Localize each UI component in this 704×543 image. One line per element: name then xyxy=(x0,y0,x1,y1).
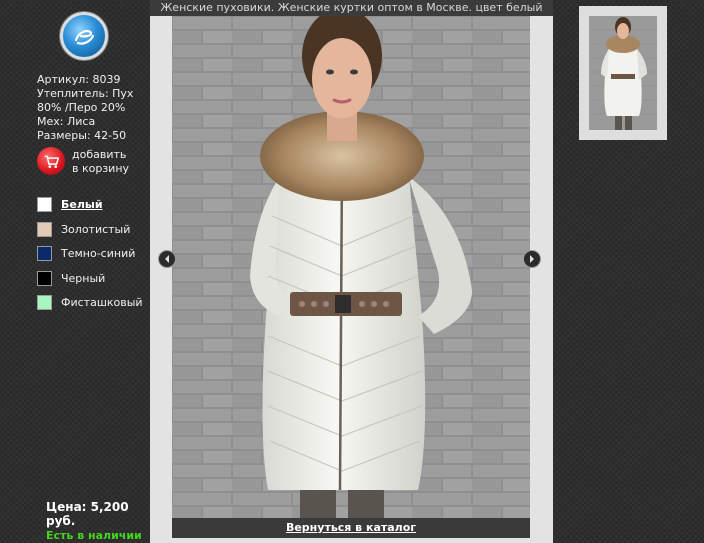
color-swatch-black[interactable] xyxy=(37,270,52,286)
next-image-button[interactable] xyxy=(523,250,541,268)
color-swatch-pistachio[interactable] xyxy=(37,294,52,310)
color-option-navy[interactable]: Темно-синий xyxy=(37,245,135,261)
color-option-black[interactable]: Черный xyxy=(37,270,105,286)
color-label-navy[interactable]: Темно-синий xyxy=(61,247,135,260)
add-to-cart-label[interactable]: добавить в корзину xyxy=(72,148,129,176)
image-title: Женские пуховики. Женские куртки оптом в… xyxy=(150,0,553,16)
product-image-viewer: Женские пуховики. Женские куртки оптом в… xyxy=(150,0,553,543)
add-to-cart-button[interactable]: добавить в корзину xyxy=(37,147,147,177)
color-label-black[interactable]: Черный xyxy=(61,272,105,285)
thumbnail-item[interactable] xyxy=(579,6,667,140)
color-swatch-golden[interactable] xyxy=(37,221,52,237)
chevron-left-icon[interactable] xyxy=(163,255,171,263)
add-to-cart-label-line-2[interactable]: в корзину xyxy=(72,162,129,176)
insulation-line-2: 80% /Перо 20% xyxy=(37,101,126,114)
thumbnail-image[interactable] xyxy=(589,16,657,130)
color-label-pistachio[interactable]: Фисташковый xyxy=(61,296,143,309)
price-block: Цена: 5,200 руб. Есть в наличии xyxy=(46,500,150,542)
back-to-catalog-link[interactable]: Вернуться в каталог xyxy=(286,521,416,534)
color-label-golden[interactable]: Золотистый xyxy=(61,223,130,236)
size-range: Размеры: 42-50 xyxy=(37,129,127,142)
brand-logo-icon[interactable] xyxy=(60,12,108,60)
availability-status: Есть в наличии xyxy=(46,529,142,542)
color-option-golden[interactable]: Золотистый xyxy=(37,221,130,237)
color-swatch-white[interactable] xyxy=(37,196,52,212)
insulation-line-1: Утеплитель: Пух xyxy=(37,87,134,100)
fur-type: Мех: Лиса xyxy=(37,115,96,128)
product-photo xyxy=(172,16,530,518)
chevron-right-icon[interactable] xyxy=(528,255,536,263)
shopping-cart-icon[interactable] xyxy=(37,147,65,175)
color-label-white[interactable]: Белый xyxy=(61,198,103,211)
previous-image-button[interactable] xyxy=(158,250,176,268)
add-to-cart-label-line-1[interactable]: добавить xyxy=(72,148,129,162)
product-info-panel: Артикул: 8039 Утеплитель: Пух 80% /Перо … xyxy=(0,0,150,543)
back-to-catalog-bar: Вернуться в каталог xyxy=(172,518,530,538)
color-option-pistachio[interactable]: Фисташковый xyxy=(37,294,143,310)
color-swatch-navy[interactable] xyxy=(37,245,52,261)
article-number: Артикул: 8039 xyxy=(37,73,121,86)
price: Цена: 5,200 руб. xyxy=(46,500,129,528)
color-option-white[interactable]: Белый xyxy=(37,196,103,212)
